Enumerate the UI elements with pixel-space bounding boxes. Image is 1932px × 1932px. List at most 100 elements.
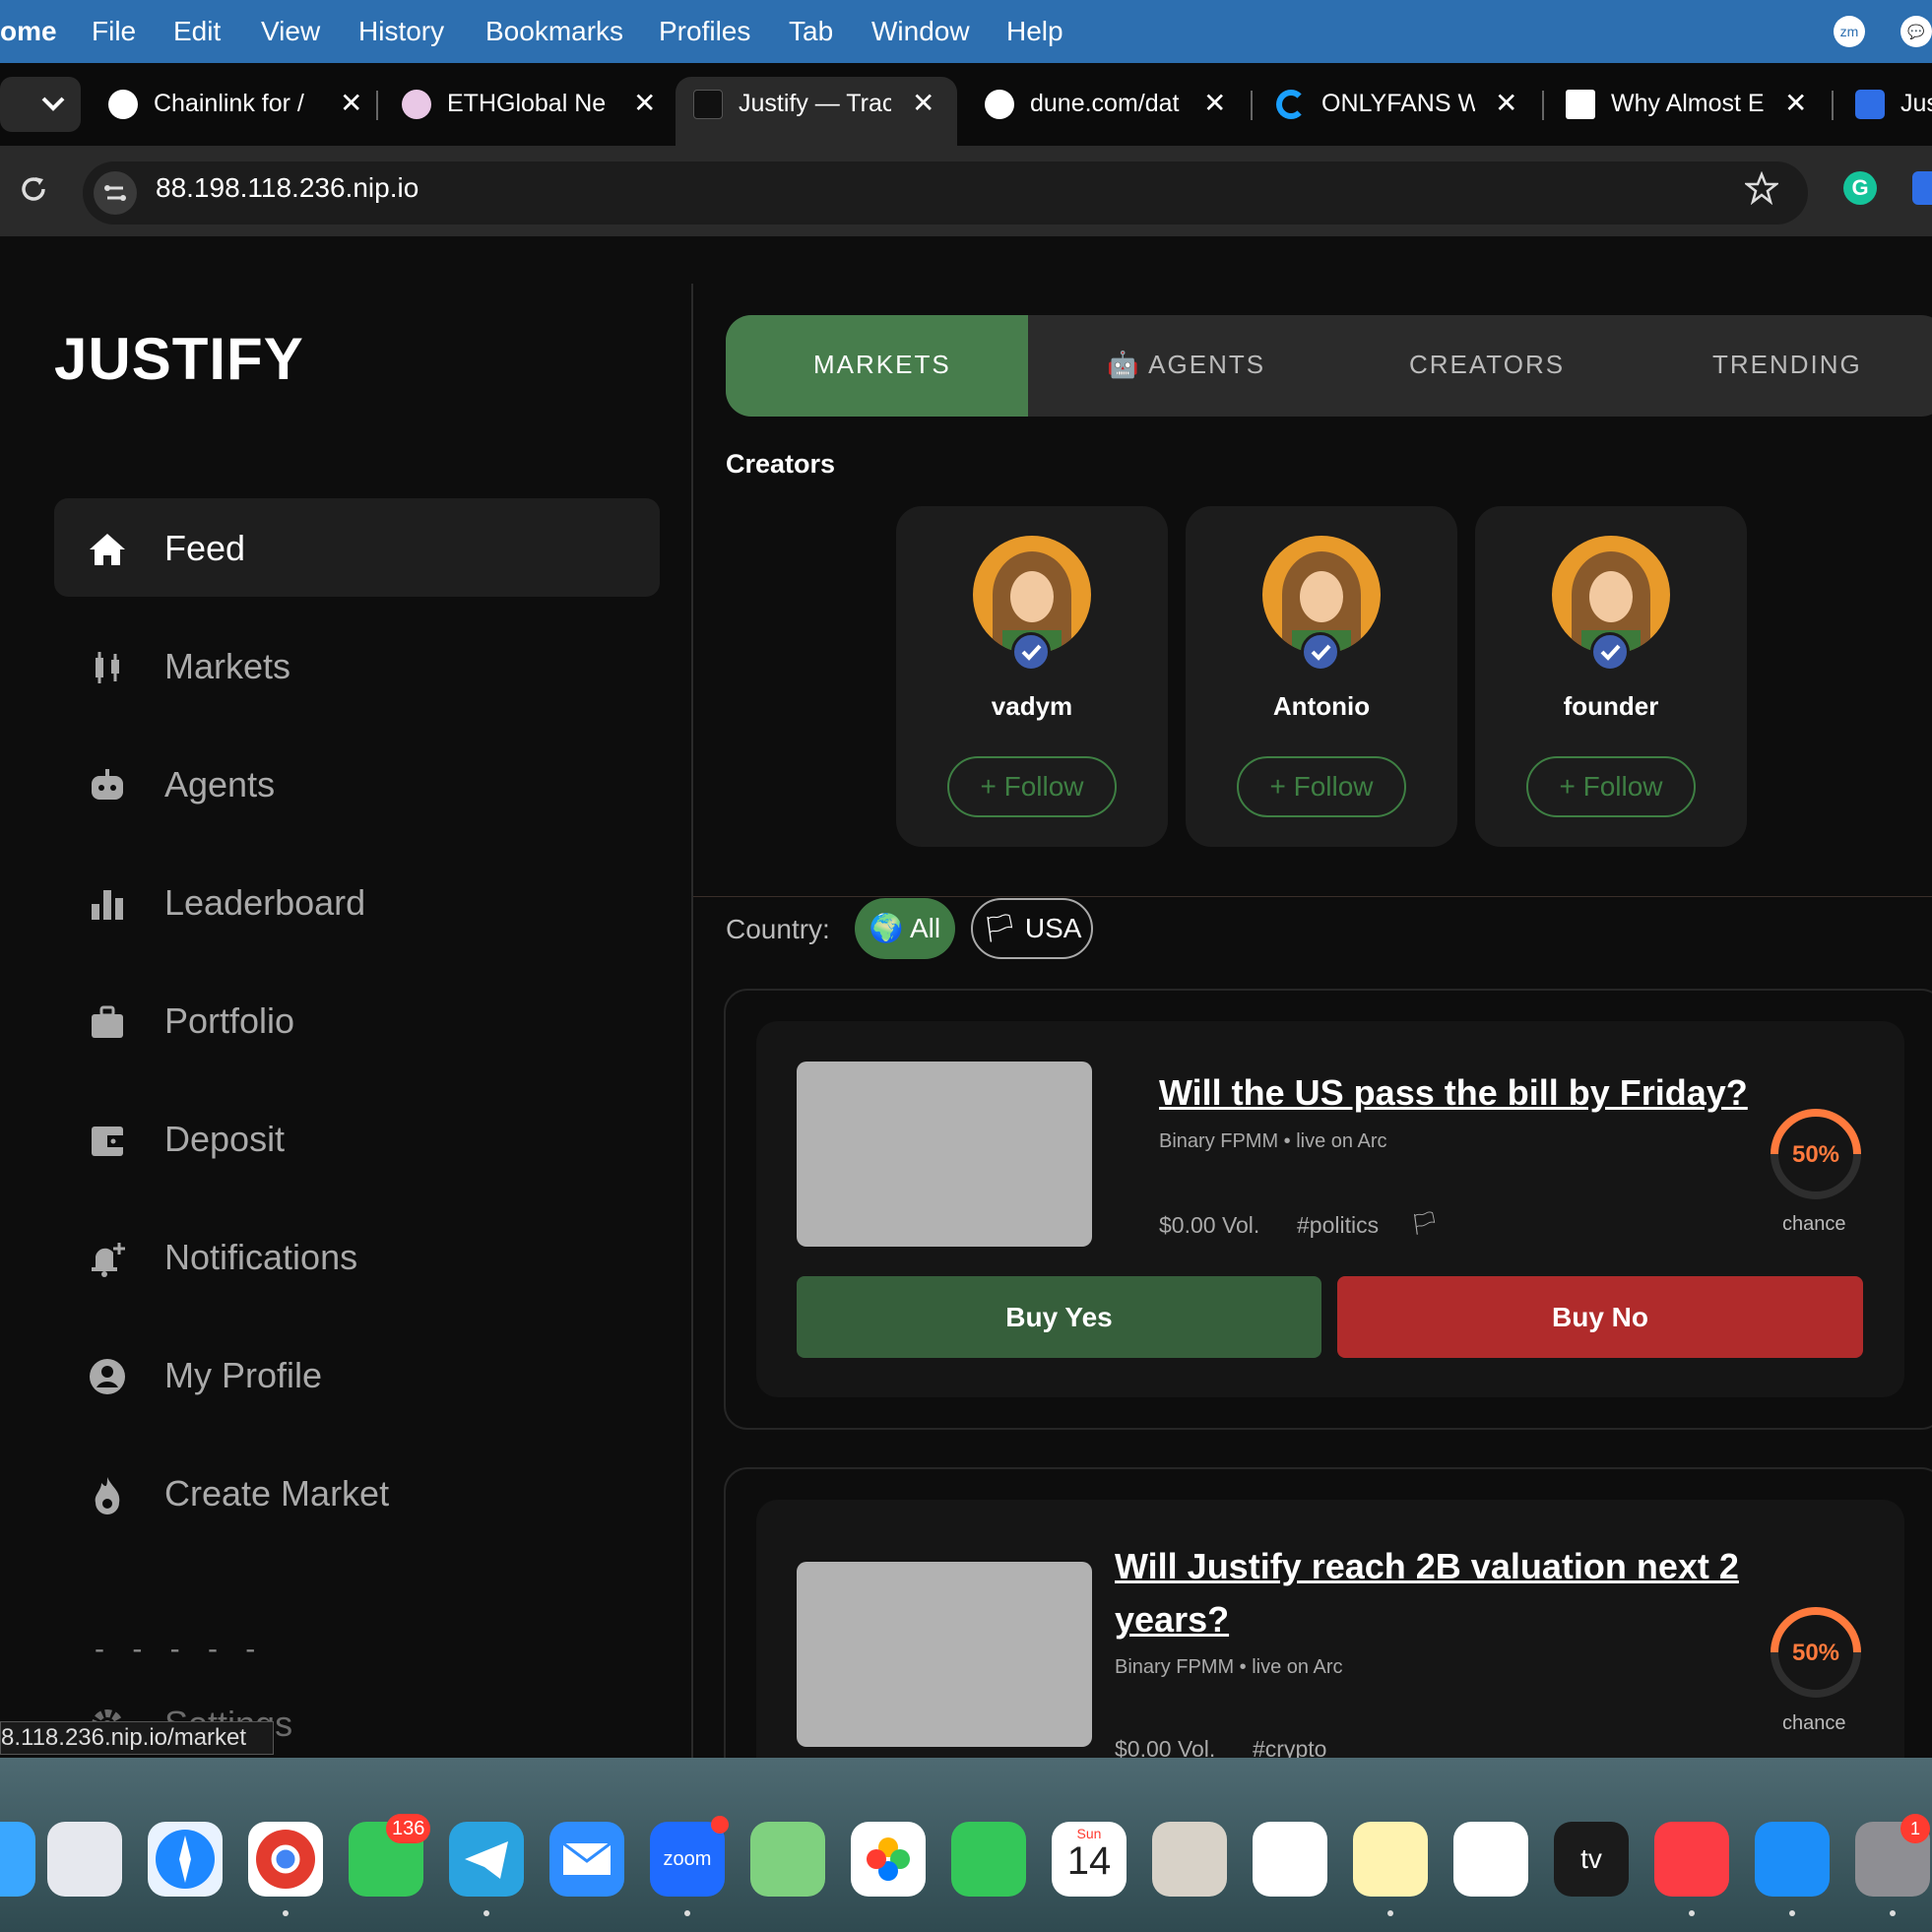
app-menu-name[interactable]: ome <box>0 16 57 47</box>
nav-create-market[interactable]: Create Market <box>54 1444 660 1542</box>
tab-separator <box>1251 91 1253 120</box>
menu-history[interactable]: History <box>358 16 444 47</box>
nav-feed[interactable]: Feed <box>54 498 660 597</box>
appstore-icon[interactable] <box>1755 1822 1830 1897</box>
safari-icon[interactable] <box>148 1822 223 1897</box>
chat-icon[interactable]: 💬 <box>1900 16 1932 47</box>
telegram-icon[interactable] <box>449 1822 524 1897</box>
close-icon[interactable]: ✕ <box>1495 87 1517 119</box>
tab-markets-label[interactable]: MARKETS <box>813 350 951 380</box>
facetime-icon[interactable] <box>951 1822 1026 1897</box>
launchpad-icon[interactable] <box>47 1822 122 1897</box>
tab-creators[interactable]: CREATORS <box>1409 350 1565 380</box>
grammarly-icon[interactable]: G <box>1843 171 1877 205</box>
nav-deposit[interactable]: Deposit <box>54 1089 660 1188</box>
market-tag[interactable]: #politics <box>1297 1212 1379 1239</box>
follow-button[interactable]: + Follow <box>1237 756 1406 817</box>
country-label: Country: <box>726 914 830 944</box>
buy-yes-button[interactable]: Buy Yes <box>797 1276 1321 1358</box>
tab-jus[interactable]: Jus <box>1855 77 1932 132</box>
nav-markets[interactable]: Markets <box>54 616 660 715</box>
market-title[interactable]: Will Justify reach 2B valuation next 2 y… <box>1115 1540 1755 1646</box>
zoom-icon[interactable]: zm <box>1834 16 1865 47</box>
market-volume: $0.00 Vol. <box>1159 1212 1260 1238</box>
menu-view[interactable]: View <box>261 16 320 47</box>
menu-profiles[interactable]: Profiles <box>659 16 750 47</box>
menu-file[interactable]: File <box>92 16 136 47</box>
menu-help[interactable]: Help <box>1006 16 1063 47</box>
creator-name[interactable]: Antonio <box>1186 691 1457 722</box>
wsj-icon <box>1566 90 1595 119</box>
extension-icon[interactable] <box>1912 171 1932 205</box>
market-image[interactable] <box>797 1562 1092 1747</box>
reminders-icon[interactable] <box>1253 1822 1327 1897</box>
follow-button[interactable]: + Follow <box>947 756 1117 817</box>
mail-icon[interactable] <box>549 1822 624 1897</box>
url-text[interactable]: 88.198.118.236.nip.io <box>156 172 419 204</box>
chance-label: chance <box>1782 1712 1846 1734</box>
country-filter-usa[interactable]: 🏳 USA <box>971 898 1093 959</box>
follow-button[interactable]: + Follow <box>1526 756 1696 817</box>
nav-leaderboard[interactable]: Leaderboard <box>54 853 660 951</box>
creator-card[interactable]: founder + Follow <box>1475 506 1747 847</box>
star-icon[interactable] <box>1745 171 1778 205</box>
creator-card[interactable]: vadym + Follow <box>896 506 1168 847</box>
appletv-icon[interactable]: tv <box>1554 1822 1629 1897</box>
creators-heading: Creators <box>726 449 836 479</box>
close-icon[interactable]: ✕ <box>633 87 656 119</box>
tab-title: Why Almost E <box>1611 90 1765 117</box>
photos-icon[interactable] <box>851 1822 926 1897</box>
verified-icon <box>1301 632 1340 672</box>
tab-trending[interactable]: TRENDING <box>1712 350 1862 380</box>
tab-agents[interactable]: 🤖 AGENTS <box>1107 350 1265 380</box>
menu-window[interactable]: Window <box>871 16 970 47</box>
country-filter-all[interactable]: 🌍 All <box>855 898 955 959</box>
site-info-icon[interactable] <box>94 171 137 215</box>
chevron-down-icon <box>41 97 65 111</box>
dune-icon <box>985 90 1014 119</box>
sidebar-divider <box>691 284 693 1761</box>
creator-name[interactable]: founder <box>1475 691 1747 722</box>
maps-icon[interactable] <box>750 1822 825 1897</box>
menu-bookmarks[interactable]: Bookmarks <box>485 16 623 47</box>
menu-edit[interactable]: Edit <box>173 16 221 47</box>
finder-icon[interactable] <box>0 1822 35 1897</box>
logo[interactable]: JUSTIFY <box>54 325 304 393</box>
nav-label: Markets <box>164 646 291 686</box>
zoom-app-icon[interactable]: zoom <box>650 1822 725 1897</box>
notes-icon[interactable] <box>1353 1822 1428 1897</box>
close-icon[interactable]: ✕ <box>1784 87 1807 119</box>
settings-badge: 1 <box>1900 1814 1930 1843</box>
candlestick-icon <box>96 652 119 683</box>
music-icon[interactable] <box>1654 1822 1729 1897</box>
reload-icon[interactable] <box>18 173 49 205</box>
tab-search-button[interactable] <box>0 77 81 132</box>
freeform-icon[interactable] <box>1453 1822 1528 1897</box>
creator-card[interactable]: Antonio + Follow <box>1186 506 1457 847</box>
close-icon[interactable]: ✕ <box>912 87 934 119</box>
creator-name[interactable]: vadym <box>896 691 1168 722</box>
buy-no-button[interactable]: Buy No <box>1337 1276 1863 1358</box>
market-image[interactable] <box>797 1062 1092 1247</box>
chrome-icon[interactable] <box>248 1822 323 1897</box>
tab-separator <box>376 91 378 120</box>
zoom-badge <box>711 1816 729 1834</box>
menu-tab[interactable]: Tab <box>789 16 833 47</box>
tab-title: Chainlink for / <box>154 90 304 117</box>
wallet-icon <box>92 1127 123 1156</box>
calendar-icon[interactable]: Sun 14 <box>1052 1822 1127 1897</box>
calendar-date: 14 <box>1066 1839 1112 1883</box>
close-icon[interactable]: ✕ <box>1203 87 1226 119</box>
nav-portfolio[interactable]: Portfolio <box>54 971 660 1069</box>
nav-notifications[interactable]: Notifications <box>54 1207 660 1306</box>
tab-title: Jus <box>1900 90 1932 117</box>
macos-menu-bar: ome File Edit View History Bookmarks Pro… <box>0 0 1932 63</box>
market-title[interactable]: Will the US pass the bill by Friday? <box>1159 1066 1799 1120</box>
close-icon[interactable]: ✕ <box>340 87 362 119</box>
contacts-icon[interactable] <box>1152 1822 1227 1897</box>
messages-badge: 136 <box>386 1814 431 1843</box>
nav-agents[interactable]: Agents <box>54 735 660 833</box>
nav-my-profile[interactable]: My Profile <box>54 1325 660 1424</box>
tab-title: Justify — Trac <box>739 90 891 117</box>
running-indicator <box>684 1910 690 1916</box>
